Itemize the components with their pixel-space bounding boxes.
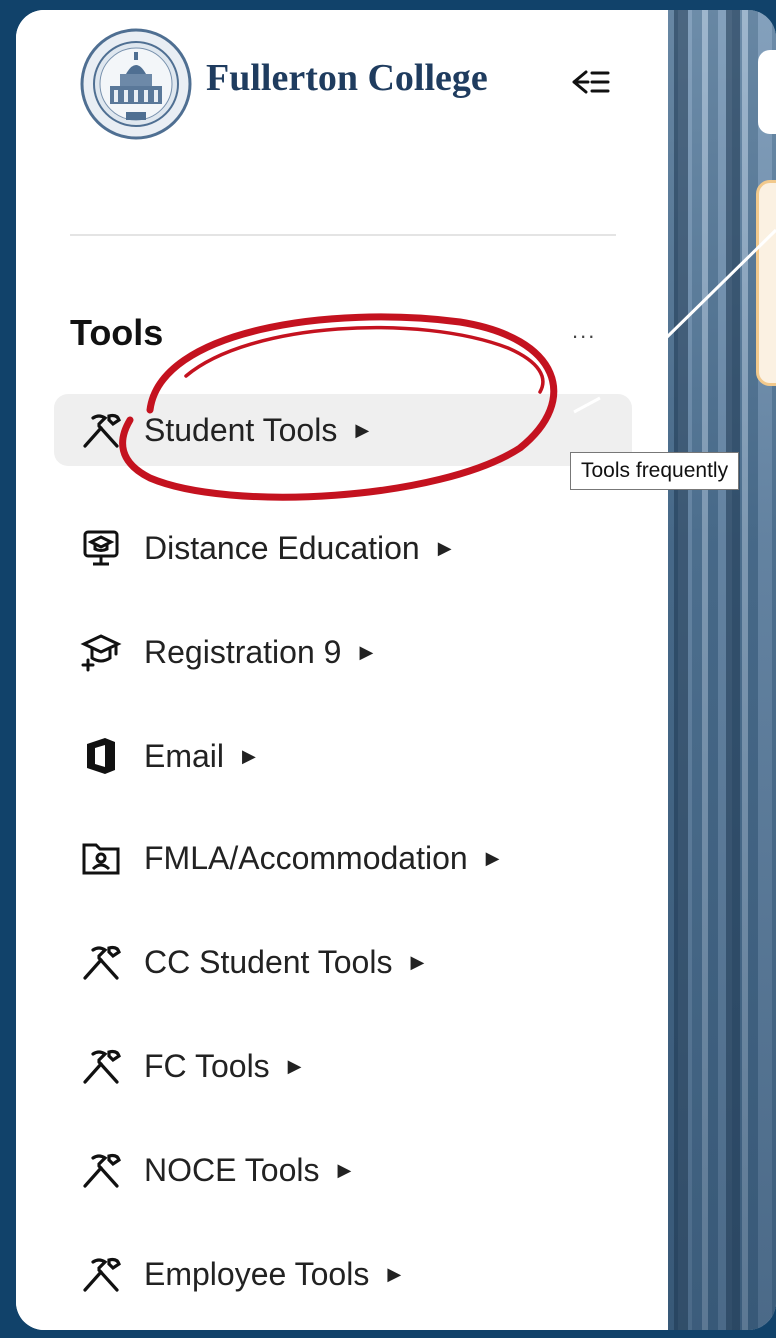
folder-person-icon <box>78 835 124 881</box>
sidebar-item-label: FC Tools <box>144 1047 270 1084</box>
college-name: Fullerton College <box>206 57 488 99</box>
office-icon <box>78 733 124 779</box>
section-title: Tools <box>70 312 164 353</box>
tools-icon <box>78 939 124 985</box>
caret-right-icon: ▶ <box>355 419 370 440</box>
college-seal-logo[interactable] <box>80 28 192 140</box>
sidebar-divider <box>70 234 616 236</box>
caret-right-icon: ▶ <box>485 847 500 868</box>
sidebar-item-label: Registration 9 <box>144 633 342 670</box>
tools-icon <box>78 1147 124 1193</box>
sidebar-item-label: CC Student Tools <box>144 943 393 980</box>
caret-right-icon: ▶ <box>337 1159 352 1180</box>
sidebar-item-cc-student-tools[interactable]: CC Student Tools ▶ <box>54 926 632 998</box>
sidebar-item-noce-tools[interactable]: NOCE Tools ▶ <box>54 1134 632 1206</box>
caret-right-icon: ▶ <box>410 951 425 972</box>
tools-icon <box>78 1043 124 1089</box>
sidebar-item-label: Email <box>144 737 225 774</box>
sidebar-item-distance-education[interactable]: Distance Education ▶ <box>54 512 632 584</box>
sidebar-item-label: NOCE Tools <box>144 1151 320 1188</box>
sidebar-item-label: Employee Tools <box>144 1255 370 1292</box>
more-options-button[interactable]: ... <box>572 318 596 344</box>
collapse-sidebar-icon <box>570 65 610 107</box>
sidebar-item-email[interactable]: Email ▶ <box>54 720 632 792</box>
top-card[interactable] <box>758 50 776 134</box>
caret-right-icon: ▶ <box>287 1055 302 1076</box>
sidebar-item-employee-tools[interactable]: Employee Tools ▶ <box>54 1238 632 1310</box>
sidebar-item-label: FMLA/Accommodation <box>144 839 468 876</box>
caret-right-icon: ▶ <box>437 537 452 558</box>
caret-right-icon: ▶ <box>359 641 374 662</box>
tooltip: Tools frequently <box>570 452 740 490</box>
sidebar-item-label: Student Tools <box>144 411 338 448</box>
tools-icon <box>78 407 124 453</box>
caret-right-icon: ▶ <box>387 1263 402 1284</box>
sidebar-item-label: Distance Education <box>144 529 420 566</box>
monitor-graduation-icon <box>78 525 124 571</box>
sidebar-item-registration[interactable]: Registration 9 ▶ <box>54 616 632 688</box>
collapse-sidebar-button[interactable] <box>564 66 616 106</box>
tools-icon <box>78 1251 124 1297</box>
sidebar-item-student-tools[interactable]: Student Tools ▶ <box>54 394 632 466</box>
sidebar-item-fmla-accommodation[interactable]: FMLA/Accommodation ▶ <box>54 822 632 894</box>
notice-card <box>756 180 776 386</box>
caret-right-icon: ▶ <box>242 745 256 766</box>
sidebar-item-fc-tools[interactable]: FC Tools ▶ <box>54 1030 632 1102</box>
graduation-cap-plus-icon <box>78 629 124 675</box>
